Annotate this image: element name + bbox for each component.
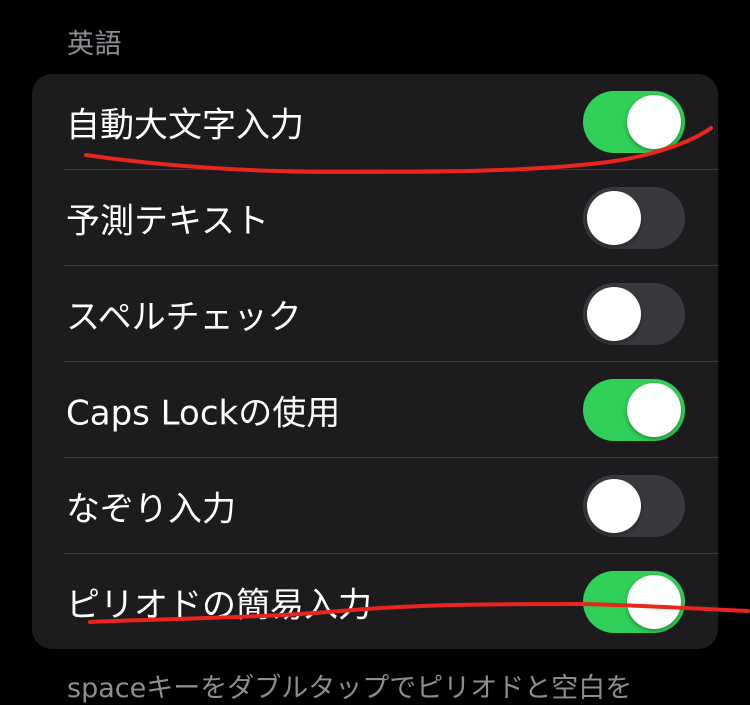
row-label: Caps Lockの使用 — [66, 393, 341, 434]
period-shortcut-toggle[interactable] — [583, 571, 685, 633]
predictive-text-toggle[interactable] — [583, 187, 685, 249]
caps-lock-toggle[interactable] — [583, 379, 685, 441]
row-slide-to-type: なぞり入力 — [32, 458, 718, 554]
spell-check-toggle[interactable] — [583, 283, 685, 345]
row-auto-capitalization: 自動大文字入力 — [32, 74, 718, 170]
toggle-knob — [627, 575, 681, 629]
toggle-knob — [627, 383, 681, 437]
row-label: スペルチェック — [66, 297, 302, 338]
slide-to-type-toggle[interactable] — [583, 475, 685, 537]
toggle-knob — [627, 95, 681, 149]
toggle-knob — [587, 191, 641, 245]
row-period-shortcut: ピリオドの簡易入力 — [32, 554, 718, 649]
row-label: 自動大文字入力 — [66, 105, 304, 146]
settings-group: 自動大文字入力 予測テキスト スペルチェック Caps Lockの使用 なぞり入… — [32, 74, 718, 649]
row-label: 予測テキスト — [66, 201, 269, 242]
row-predictive-text: 予測テキスト — [32, 170, 718, 266]
row-caps-lock: Caps Lockの使用 — [32, 362, 718, 458]
toggle-knob — [587, 287, 641, 341]
row-spell-check: スペルチェック — [32, 266, 718, 362]
row-label: ピリオドの簡易入力 — [66, 585, 372, 626]
auto-capitalization-toggle[interactable] — [583, 91, 685, 153]
section-header: 英語 — [67, 29, 122, 60]
row-label: なぞり入力 — [66, 489, 236, 530]
toggle-knob — [587, 479, 641, 533]
footer-description: spaceキーをダブルタップでピリオドと空白を — [67, 673, 633, 704]
